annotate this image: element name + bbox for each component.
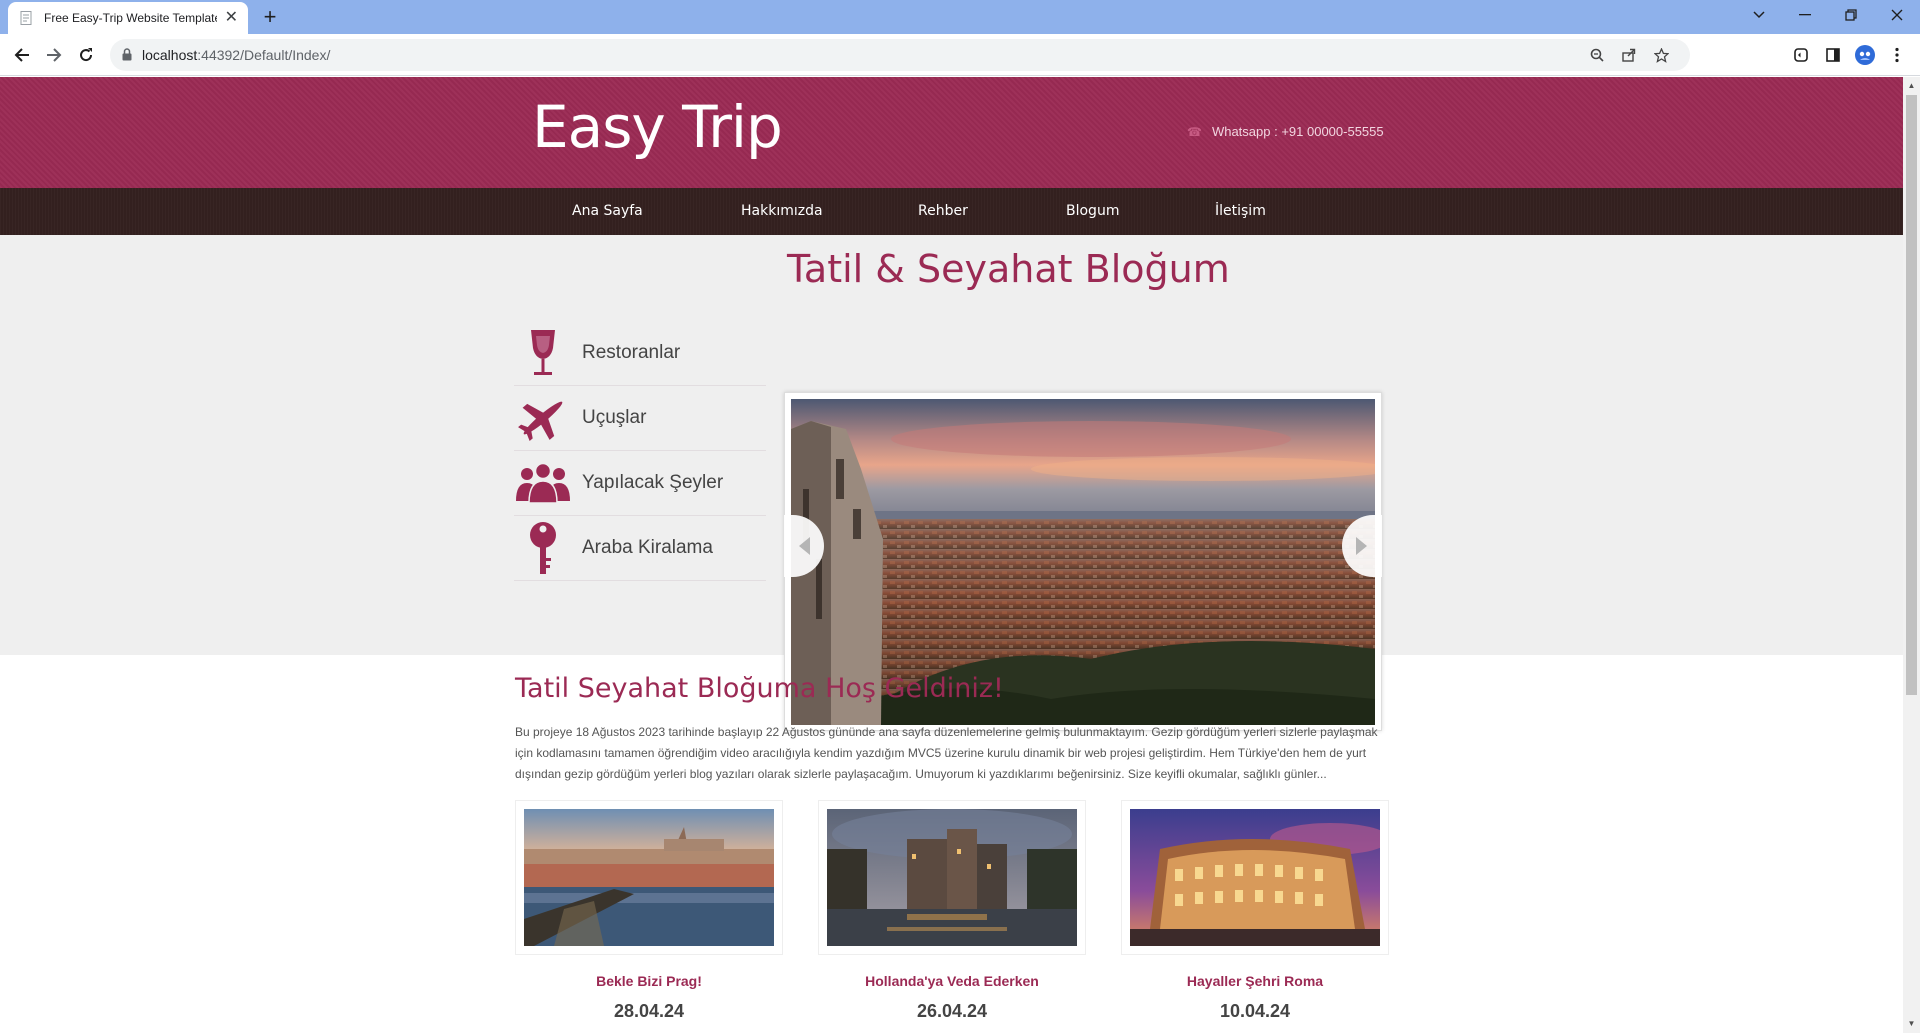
- wine-glass-icon: [514, 325, 572, 381]
- address-bar[interactable]: localhost:44392/Default/Index/: [110, 39, 1690, 71]
- lock-icon: [122, 48, 132, 61]
- post-title[interactable]: Bekle Bizi Prag!: [515, 973, 783, 989]
- feature-item-araba-kiralama[interactable]: Araba Kiralama: [514, 516, 766, 581]
- tab-title: Free Easy-Trip Website Template: [44, 11, 217, 25]
- feature-label: Yapılacak Şeyler: [582, 472, 724, 493]
- welcome-title: Tatil Seyahat Bloğuma Hoş Geldiniz!: [515, 673, 1004, 704]
- feature-list: Restoranlar Uçuşlar Yapılacak Şeyler Ara…: [514, 321, 766, 581]
- feature-label: Restoranlar: [582, 342, 681, 363]
- extensions-icon[interactable]: [1790, 44, 1812, 66]
- scroll-down-icon[interactable]: ▼: [1907, 1019, 1916, 1028]
- page-scrollbar[interactable]: ▲ ▼: [1903, 77, 1920, 1033]
- new-tab-icon[interactable]: +: [258, 5, 282, 29]
- post-thumbnail[interactable]: [818, 800, 1086, 955]
- people-icon: [514, 455, 572, 511]
- phone-icon: ☎: [1187, 124, 1202, 139]
- post-date: 26.04.24: [916, 1001, 988, 1021]
- scroll-up-icon[interactable]: ▲: [1907, 81, 1916, 90]
- close-window-icon[interactable]: [1874, 0, 1920, 30]
- feature-label: Araba Kiralama: [582, 537, 713, 558]
- back-icon[interactable]: [7, 40, 37, 70]
- feature-item-yapilacak-seyler[interactable]: Yapılacak Şeyler: [514, 451, 766, 516]
- profile-avatar-icon[interactable]: [1854, 44, 1876, 66]
- nav-item-blogum[interactable]: Blogum: [1066, 188, 1119, 235]
- page-icon: [20, 11, 32, 25]
- page-viewport: Easy Trip ☎ Whatsapp : +91 00000-55555 A…: [0, 77, 1903, 1033]
- url-host: localhost: [142, 47, 198, 63]
- post-card[interactable]: Hayaller Şehri Roma 10.04.24: [1121, 800, 1389, 1022]
- chevron-right-icon: [1356, 537, 1367, 555]
- whatsapp-text: Whatsapp : +91 00000-55555: [1211, 124, 1384, 139]
- side-panel-icon[interactable]: [1822, 44, 1844, 66]
- share-icon[interactable]: [1619, 45, 1639, 65]
- minimize-icon[interactable]: [1782, 0, 1828, 30]
- url-path: :44392/Default/Index/: [197, 47, 331, 63]
- post-card[interactable]: Bekle Bizi Prag! 28.04.24: [515, 800, 783, 1022]
- post-thumbnail[interactable]: [515, 800, 783, 955]
- key-icon: [514, 520, 572, 576]
- feature-item-ucuslar[interactable]: Uçuşlar: [514, 386, 766, 451]
- browser-toolbar: localhost:44392/Default/Index/: [0, 34, 1920, 76]
- close-tab-icon[interactable]: ✕: [225, 10, 238, 26]
- site-logo[interactable]: Easy Trip: [532, 93, 783, 161]
- post-date: 10.04.24: [1219, 1001, 1291, 1021]
- forward-icon[interactable]: [39, 40, 69, 70]
- post-card[interactable]: Hollanda'ya Veda Ederken 26.04.24: [818, 800, 1086, 1022]
- restore-icon[interactable]: [1828, 0, 1874, 30]
- main-nav: Ana Sayfa Hakkımızda Rehber Blogum İleti…: [0, 188, 1903, 235]
- post-date: 28.04.24: [613, 1001, 685, 1021]
- feature-label: Uçuşlar: [582, 407, 647, 428]
- bookmark-star-icon[interactable]: [1651, 45, 1671, 65]
- site-header: Easy Trip ☎ Whatsapp : +91 00000-55555: [0, 77, 1903, 188]
- nav-item-rehber[interactable]: Rehber: [918, 188, 968, 235]
- nav-item-ana-sayfa[interactable]: Ana Sayfa: [572, 188, 643, 235]
- banner-section: Tatil & Seyahat Bloğum Restoranlar Uçuşl…: [0, 235, 1903, 731]
- zoom-icon[interactable]: [1587, 45, 1607, 65]
- feature-item-restoranlar[interactable]: Restoranlar: [514, 321, 766, 386]
- nav-item-iletisim[interactable]: İletişim: [1215, 188, 1266, 235]
- nav-item-hakkimizda[interactable]: Hakkımızda: [741, 188, 823, 235]
- browser-menu-icon[interactable]: [1886, 44, 1908, 66]
- whatsapp-contact: ☎ Whatsapp : +91 00000-55555: [1187, 124, 1384, 139]
- url-text: localhost:44392/Default/Index/: [142, 39, 330, 71]
- post-title[interactable]: Hayaller Şehri Roma: [1121, 973, 1389, 989]
- welcome-text: Bu projeye 18 Ağustos 2023 tarihinde baş…: [515, 725, 1378, 781]
- post-title[interactable]: Hollanda'ya Veda Ederken: [818, 973, 1086, 989]
- scrollbar-thumb[interactable]: [1906, 95, 1917, 695]
- airplane-icon: [514, 390, 572, 446]
- banner-title: Tatil & Seyahat Bloğum: [787, 247, 1230, 291]
- post-thumbnail[interactable]: [1121, 800, 1389, 955]
- browser-tab-strip: Free Easy-Trip Website Template ✕ +: [0, 0, 1920, 34]
- chevron-left-icon: [799, 537, 810, 555]
- reload-icon[interactable]: [71, 40, 101, 70]
- browser-tab[interactable]: Free Easy-Trip Website Template ✕: [8, 2, 248, 34]
- tab-search-icon[interactable]: [1736, 0, 1782, 30]
